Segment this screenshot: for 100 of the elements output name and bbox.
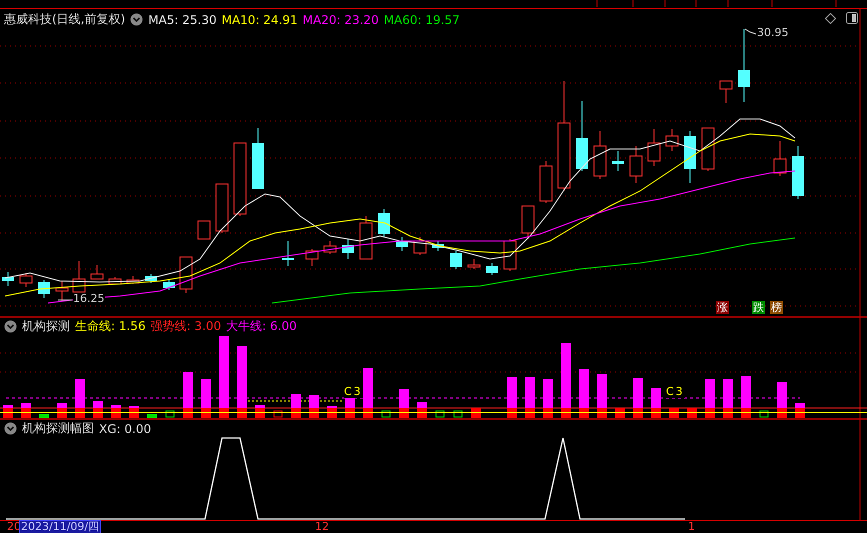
indicator-value: 强势线: 3.00 — [150, 318, 222, 335]
pointer-line — [744, 28, 756, 34]
candlestick — [252, 128, 264, 190]
histogram-bar — [525, 377, 535, 418]
histogram-bar — [166, 410, 174, 418]
signal-marker: C3 — [344, 386, 363, 398]
rank-badge[interactable]: 涨 — [716, 301, 729, 314]
chevron-down-icon[interactable] — [130, 13, 144, 26]
histogram-bar — [327, 406, 337, 418]
candlestick — [126, 276, 140, 284]
signal-marker: C3 — [666, 386, 685, 398]
candlestick — [414, 236, 426, 256]
histogram-bar — [454, 410, 462, 418]
candlestick — [594, 130, 606, 180]
ma-value: MA60: 19.57 — [384, 12, 460, 26]
candlestick — [432, 240, 444, 252]
candlestick — [540, 160, 552, 204]
histogram-bar — [237, 346, 247, 418]
chevron-down-icon[interactable] — [4, 422, 17, 435]
low-price-label: 16.25 — [73, 293, 104, 305]
candlestick — [2, 272, 14, 286]
histogram-bar — [543, 379, 553, 418]
candlestick — [378, 208, 390, 238]
histogram-bar — [291, 394, 301, 418]
histogram-bar — [255, 405, 265, 418]
histogram-bar — [183, 372, 193, 418]
ma-value: MA10: 24.91 — [222, 12, 298, 26]
candlestick — [180, 256, 192, 294]
candlestick — [774, 140, 786, 176]
histogram-bar — [309, 395, 319, 418]
candlestick — [360, 216, 372, 260]
candlestick — [684, 130, 696, 184]
ma-value: MA5: 25.30 — [148, 12, 217, 26]
candlestick — [450, 250, 462, 270]
histogram-bar — [57, 403, 67, 418]
candlestick — [324, 240, 336, 254]
histogram-bar — [777, 382, 787, 418]
candlestick — [666, 128, 678, 152]
histogram-bar — [597, 374, 607, 418]
candlestick — [90, 264, 104, 280]
candlestick — [145, 274, 157, 284]
candlestick — [342, 238, 354, 260]
panel-toggle-icon[interactable] — [846, 12, 858, 24]
candlestick — [720, 80, 732, 104]
histogram-bar — [417, 402, 427, 418]
histogram-bar — [741, 376, 751, 418]
date-label: 1 — [687, 521, 696, 533]
histogram-bar — [382, 410, 390, 418]
candlestick — [504, 238, 516, 272]
histogram-bar — [436, 410, 444, 418]
indicator-title: 机构探测 — [22, 318, 70, 335]
rank-badge[interactable]: 榜 — [770, 301, 783, 314]
histogram-bar — [363, 368, 373, 418]
rank-badge[interactable]: 跌 — [752, 301, 765, 314]
histogram-bar — [507, 377, 517, 418]
histogram-bar — [111, 405, 121, 418]
candlestick — [216, 184, 228, 234]
histogram-bar — [669, 408, 679, 418]
histogram-bar — [274, 410, 282, 418]
candlestick — [56, 280, 68, 302]
histogram-bar — [399, 389, 409, 418]
candlestick — [306, 248, 318, 266]
candlestick — [468, 258, 480, 270]
histogram-bar — [93, 401, 103, 418]
candlestick — [612, 150, 624, 172]
histogram-bar — [579, 369, 589, 418]
candlestick — [282, 240, 294, 266]
histogram-bar — [705, 379, 715, 418]
histogram-bar — [21, 403, 31, 418]
candlestick — [576, 100, 588, 172]
histogram-bar — [723, 379, 733, 418]
candlestick — [522, 206, 534, 240]
histogram-bar — [75, 379, 85, 418]
date-label: 2023/11/09/四 — [20, 521, 100, 533]
stock-title: 惠威科技(日线,前复权) — [4, 11, 126, 28]
candlestick — [198, 220, 210, 240]
candlestick — [108, 276, 122, 284]
histogram-bar — [39, 414, 49, 418]
candlestick — [792, 146, 804, 200]
candlestick — [396, 236, 408, 252]
diamond-icon[interactable] — [825, 13, 836, 24]
date-label: 12 — [314, 521, 330, 533]
candlestick — [648, 128, 660, 166]
histogram-bar — [633, 378, 643, 418]
candlestick — [630, 146, 642, 184]
candlestick — [20, 272, 32, 288]
histogram-bar — [3, 405, 13, 418]
candlestick — [72, 260, 86, 292]
histogram-bar — [687, 408, 697, 418]
candlestick — [486, 262, 498, 276]
histogram-bar — [201, 379, 211, 418]
candlestick — [163, 280, 175, 290]
high-price-label: 30.95 — [757, 26, 788, 39]
histogram-bar — [129, 406, 139, 418]
indicator-value: XG: 0.00 — [99, 422, 152, 436]
histogram-bar — [147, 414, 157, 418]
ma-value: MA20: 23.20 — [302, 12, 379, 26]
candlestick — [702, 128, 714, 172]
chevron-down-icon[interactable] — [4, 320, 17, 333]
histogram-bar — [795, 403, 805, 418]
